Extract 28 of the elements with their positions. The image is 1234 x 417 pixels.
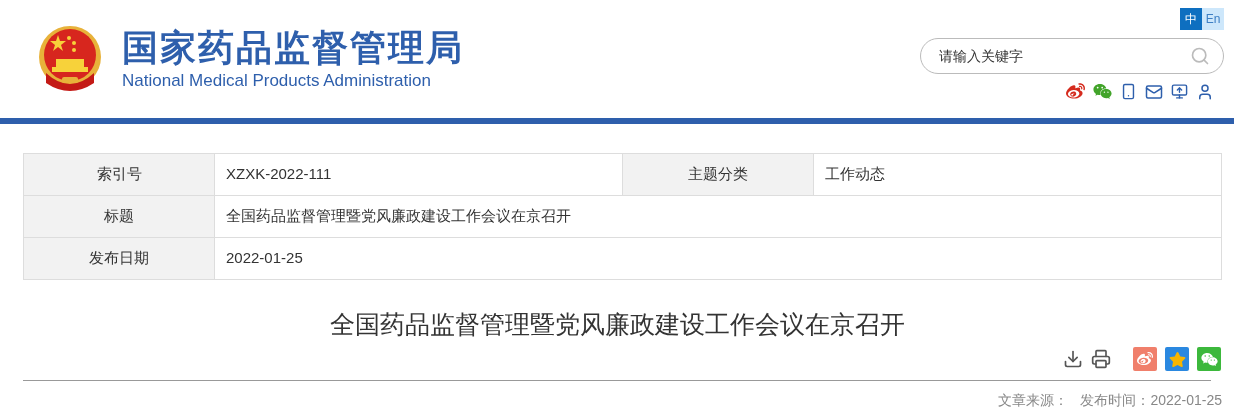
print-icon[interactable] (1091, 349, 1111, 369)
weibo-icon[interactable] (1066, 82, 1085, 101)
agency-english-name: National Medical Products Administration (122, 70, 432, 92)
field-label: 索引号 (24, 154, 215, 196)
language-toggle[interactable]: 中 (1180, 8, 1202, 30)
field-label: 标题 (24, 196, 215, 238)
wechat-icon[interactable] (1093, 82, 1112, 101)
field-label: 发布日期 (24, 238, 215, 280)
field-value: XZXK-2022-111 (215, 154, 623, 196)
field-value: 工作动态 (814, 154, 1222, 196)
weibo-share-icon[interactable] (1133, 347, 1157, 371)
article-meta: 发布时间：2022-01-25 (1080, 391, 1222, 410)
mail-icon[interactable] (1145, 82, 1163, 101)
user-icon[interactable] (1196, 82, 1214, 101)
wechat-share-icon[interactable] (1197, 347, 1221, 371)
download-icon[interactable] (1063, 349, 1083, 369)
phone-icon[interactable] (1120, 83, 1137, 100)
article-title: 全国药品监督管理暨党风廉政建设工作会议在京召开 (329, 309, 905, 340)
article-meta: 文章来源： (998, 391, 1069, 410)
field-label: 主题分类 (623, 154, 814, 196)
field-value: 2022-01-25 (215, 238, 1222, 280)
star-share-icon[interactable] (1165, 347, 1189, 371)
field-value: 全国药品监督管理暨党风廉政建设工作会议在京召开 (215, 196, 1222, 238)
agency-name: 国家药品监督管理局 (122, 26, 464, 70)
monitor-icon[interactable] (1171, 83, 1188, 100)
search-field[interactable]: 请输入关键字 (920, 38, 1224, 74)
emblem-logo (36, 25, 104, 93)
language-toggle[interactable]: En (1202, 8, 1224, 30)
